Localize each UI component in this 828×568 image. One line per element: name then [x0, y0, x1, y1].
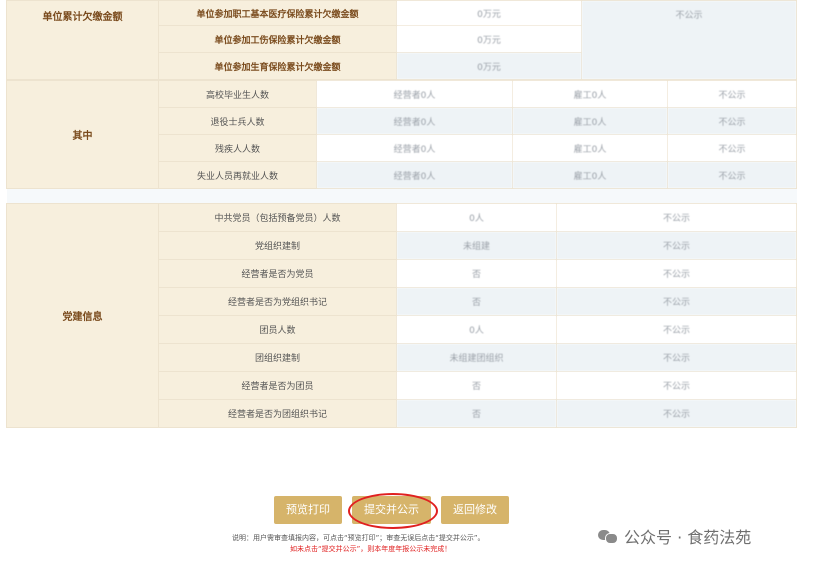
league-org-value: 未组建团组织 — [396, 343, 557, 372]
among-veterans-label: 退役士兵人数 — [158, 107, 317, 135]
owner-party-secretary-status: 不公示 — [556, 287, 797, 316]
owner-league-secretary-status: 不公示 — [556, 399, 797, 428]
arrears-injury-value: 0万元 — [396, 25, 582, 53]
preview-print-button[interactable]: 预览打印 — [274, 496, 342, 524]
among-disabled-employee: 雇工0人 — [512, 134, 668, 162]
among-graduates-owner: 经营者0人 — [316, 80, 513, 108]
action-buttons: 预览打印 提交并公示 返回修改 — [274, 496, 509, 524]
league-members-status: 不公示 — [556, 315, 797, 344]
warning-note: 如未点击“提交并公示”，则本年度年报公示未完成！ — [290, 545, 452, 553]
party-table: 党建信息 中共党员（包括预备党员）人数 0人 不公示 党组织建制 未组建 不公示… — [6, 203, 797, 428]
owner-league-member-value: 否 — [396, 371, 557, 400]
owner-party-member-label: 经营者是否为党员 — [158, 259, 397, 288]
league-members-value: 0人 — [396, 315, 557, 344]
among-veterans-employee: 雇工0人 — [512, 107, 668, 135]
owner-league-member-label: 经营者是否为团员 — [158, 371, 397, 400]
owner-party-secretary-label: 经营者是否为党组织书记 — [158, 287, 397, 316]
among-disabled-label: 残疾人人数 — [158, 134, 317, 162]
among-disabled-owner: 经营者0人 — [316, 134, 513, 162]
arrears-group-label: 单位累计欠缴金额 — [6, 0, 159, 80]
league-org-label: 团组织建制 — [158, 343, 397, 372]
among-reemployed-label: 失业人员再就业人数 — [158, 161, 317, 189]
back-modify-button[interactable]: 返回修改 — [441, 496, 509, 524]
league-org-status: 不公示 — [556, 343, 797, 372]
arrears-table: 单位累计欠缴金额 单位参加职工基本医疗保险累计欠缴金额 0万元 不公示 单位参加… — [6, 0, 797, 80]
owner-party-member-status: 不公示 — [556, 259, 797, 288]
arrears-publicity-status: 不公示 — [581, 0, 797, 80]
among-graduates-employee: 雇工0人 — [512, 80, 668, 108]
among-reemployed-owner: 经营者0人 — [316, 161, 513, 189]
owner-party-secretary-value: 否 — [396, 287, 557, 316]
wechat-icon — [598, 528, 618, 544]
among-disabled-status: 不公示 — [667, 134, 797, 162]
owner-party-member-value: 否 — [396, 259, 557, 288]
party-group-label: 党建信息 — [6, 203, 159, 428]
owner-league-secretary-label: 经营者是否为团组织书记 — [158, 399, 397, 428]
party-org-label: 党组织建制 — [158, 231, 397, 260]
owner-league-member-status: 不公示 — [556, 371, 797, 400]
arrears-medical-label: 单位参加职工基本医疗保险累计欠缴金额 — [158, 0, 397, 26]
among-reemployed-status: 不公示 — [667, 161, 797, 189]
owner-league-secretary-value: 否 — [396, 399, 557, 428]
among-table: 其中 高校毕业生人数 经营者0人 雇工0人 不公示 退役士兵人数 经营者0人 雇… — [6, 80, 797, 203]
league-members-label: 团员人数 — [158, 315, 397, 344]
section-divider — [6, 188, 797, 203]
party-org-status: 不公示 — [556, 231, 797, 260]
watermark: 公众号 · 食药法苑 — [598, 524, 751, 548]
arrears-injury-label: 单位参加工伤保险累计欠缴金额 — [158, 25, 397, 53]
among-reemployed-employee: 雇工0人 — [512, 161, 668, 189]
arrears-medical-value: 0万元 — [396, 0, 582, 26]
among-veterans-owner: 经营者0人 — [316, 107, 513, 135]
watermark-text: 公众号 · 食药法苑 — [624, 528, 752, 547]
submit-publicize-button[interactable]: 提交并公示 — [352, 496, 431, 524]
instruction-note: 说明：用户需审查填报内容，可点击“预览打印”；审查无误后点击“提交并公示”。 — [232, 534, 485, 542]
party-members-value: 0人 — [396, 203, 557, 232]
among-veterans-status: 不公示 — [667, 107, 797, 135]
among-graduates-label: 高校毕业生人数 — [158, 80, 317, 108]
report-form: 单位累计欠缴金额 单位参加职工基本医疗保险累计欠缴金额 0万元 不公示 单位参加… — [6, 0, 797, 428]
party-members-label: 中共党员（包括预备党员）人数 — [158, 203, 397, 232]
party-org-value: 未组建 — [396, 231, 557, 260]
arrears-maternity-value: 0万元 — [396, 52, 582, 80]
party-members-status: 不公示 — [556, 203, 797, 232]
among-group-label: 其中 — [6, 80, 159, 189]
among-graduates-status: 不公示 — [667, 80, 797, 108]
arrears-maternity-label: 单位参加生育保险累计欠缴金额 — [158, 52, 397, 80]
